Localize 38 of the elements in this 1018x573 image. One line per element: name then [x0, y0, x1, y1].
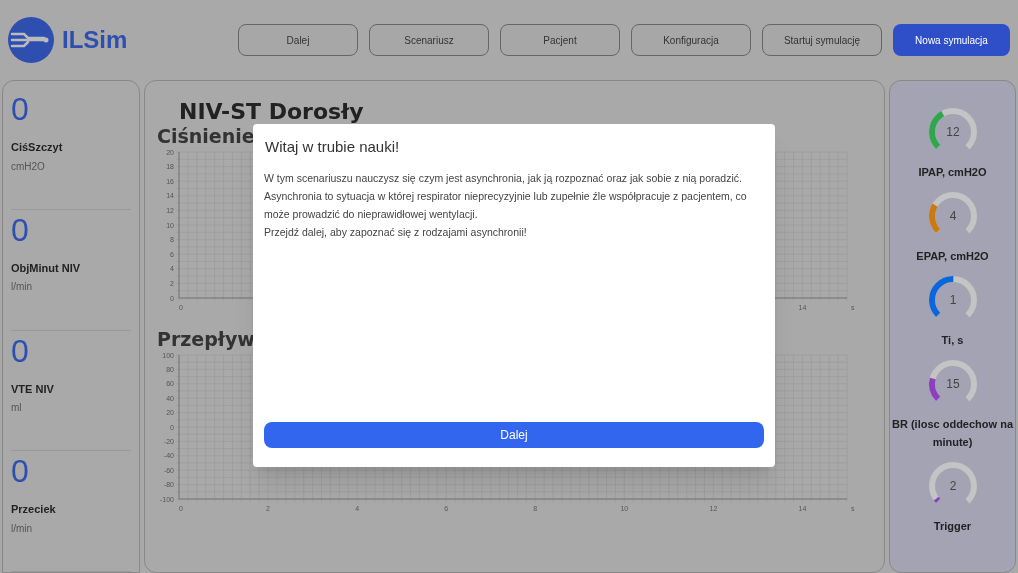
gauge-label: EPAP, cmH2O [915, 249, 990, 264]
new-simulation-button[interactable]: Nowa symulacja [893, 24, 1010, 56]
dialog-text: Asynchronia to sytuacja w której respirator nieprecyzyjnie lub zupełnie źle współpracuje z pacjentem, co może prowadzić do nieprawidłowej wentylacji. [264, 188, 748, 222]
header-button[interactable]: Pacjent [500, 24, 620, 56]
dialog-title: Witaj w trubie nauki! [265, 137, 401, 157]
dialog-text: Przejdź dalej, aby zapoznać się z rodzajami asynchronii! [264, 224, 528, 240]
gauge-value: 15 [945, 377, 960, 391]
gauge-value: 1 [949, 293, 956, 307]
metric-value: 0 [11, 334, 29, 367]
chart-title: Ciśnienie [157, 127, 256, 146]
gauge-label: Ti, s [940, 333, 965, 348]
gauge-value: 12 [945, 125, 960, 139]
metric-unit: cmH2O [11, 159, 45, 174]
gauge-label: Trigger [932, 519, 973, 534]
metric-label: VTE NIV [11, 381, 54, 397]
metric-value: 0 [11, 455, 29, 488]
metric-label: ObjMinut NIV [11, 260, 81, 276]
metric-unit: l/min [11, 280, 33, 295]
metric-unit: ml [11, 401, 22, 415]
metric-value: 0 [11, 213, 29, 246]
gauge-value: 2 [949, 479, 956, 493]
dialog-text: W tym scenariuszu nauczysz się czym jest asynchronia, jak ją rozpoznać oraz jak sobie z nią poradzić. [264, 170, 743, 186]
header-button[interactable]: Konfiguracja [631, 24, 751, 56]
header-button[interactable]: Startuj symulację [762, 24, 882, 56]
metric-unit: l/min [11, 521, 33, 536]
gauge-label: IPAP, cmH2O [917, 165, 988, 180]
gauge-label: BR (ilosc oddechow na minute) [891, 417, 1015, 450]
metric-value: 0 [11, 93, 29, 125]
chart-title: Przepływ [157, 330, 256, 349]
logo-text: ILSim [62, 25, 128, 55]
logo-icon [8, 17, 54, 63]
metric-label: Przeciek [11, 502, 56, 518]
gauge-value: 4 [949, 209, 956, 223]
header-button[interactable]: Dalej [238, 24, 358, 56]
metric-label: CiśSzczyt [11, 140, 63, 155]
mode-title: NIV-ST Dorosły [179, 101, 365, 123]
next-button[interactable]: Dalej [264, 422, 764, 448]
header-button[interactable]: Scenariusz [369, 24, 489, 56]
